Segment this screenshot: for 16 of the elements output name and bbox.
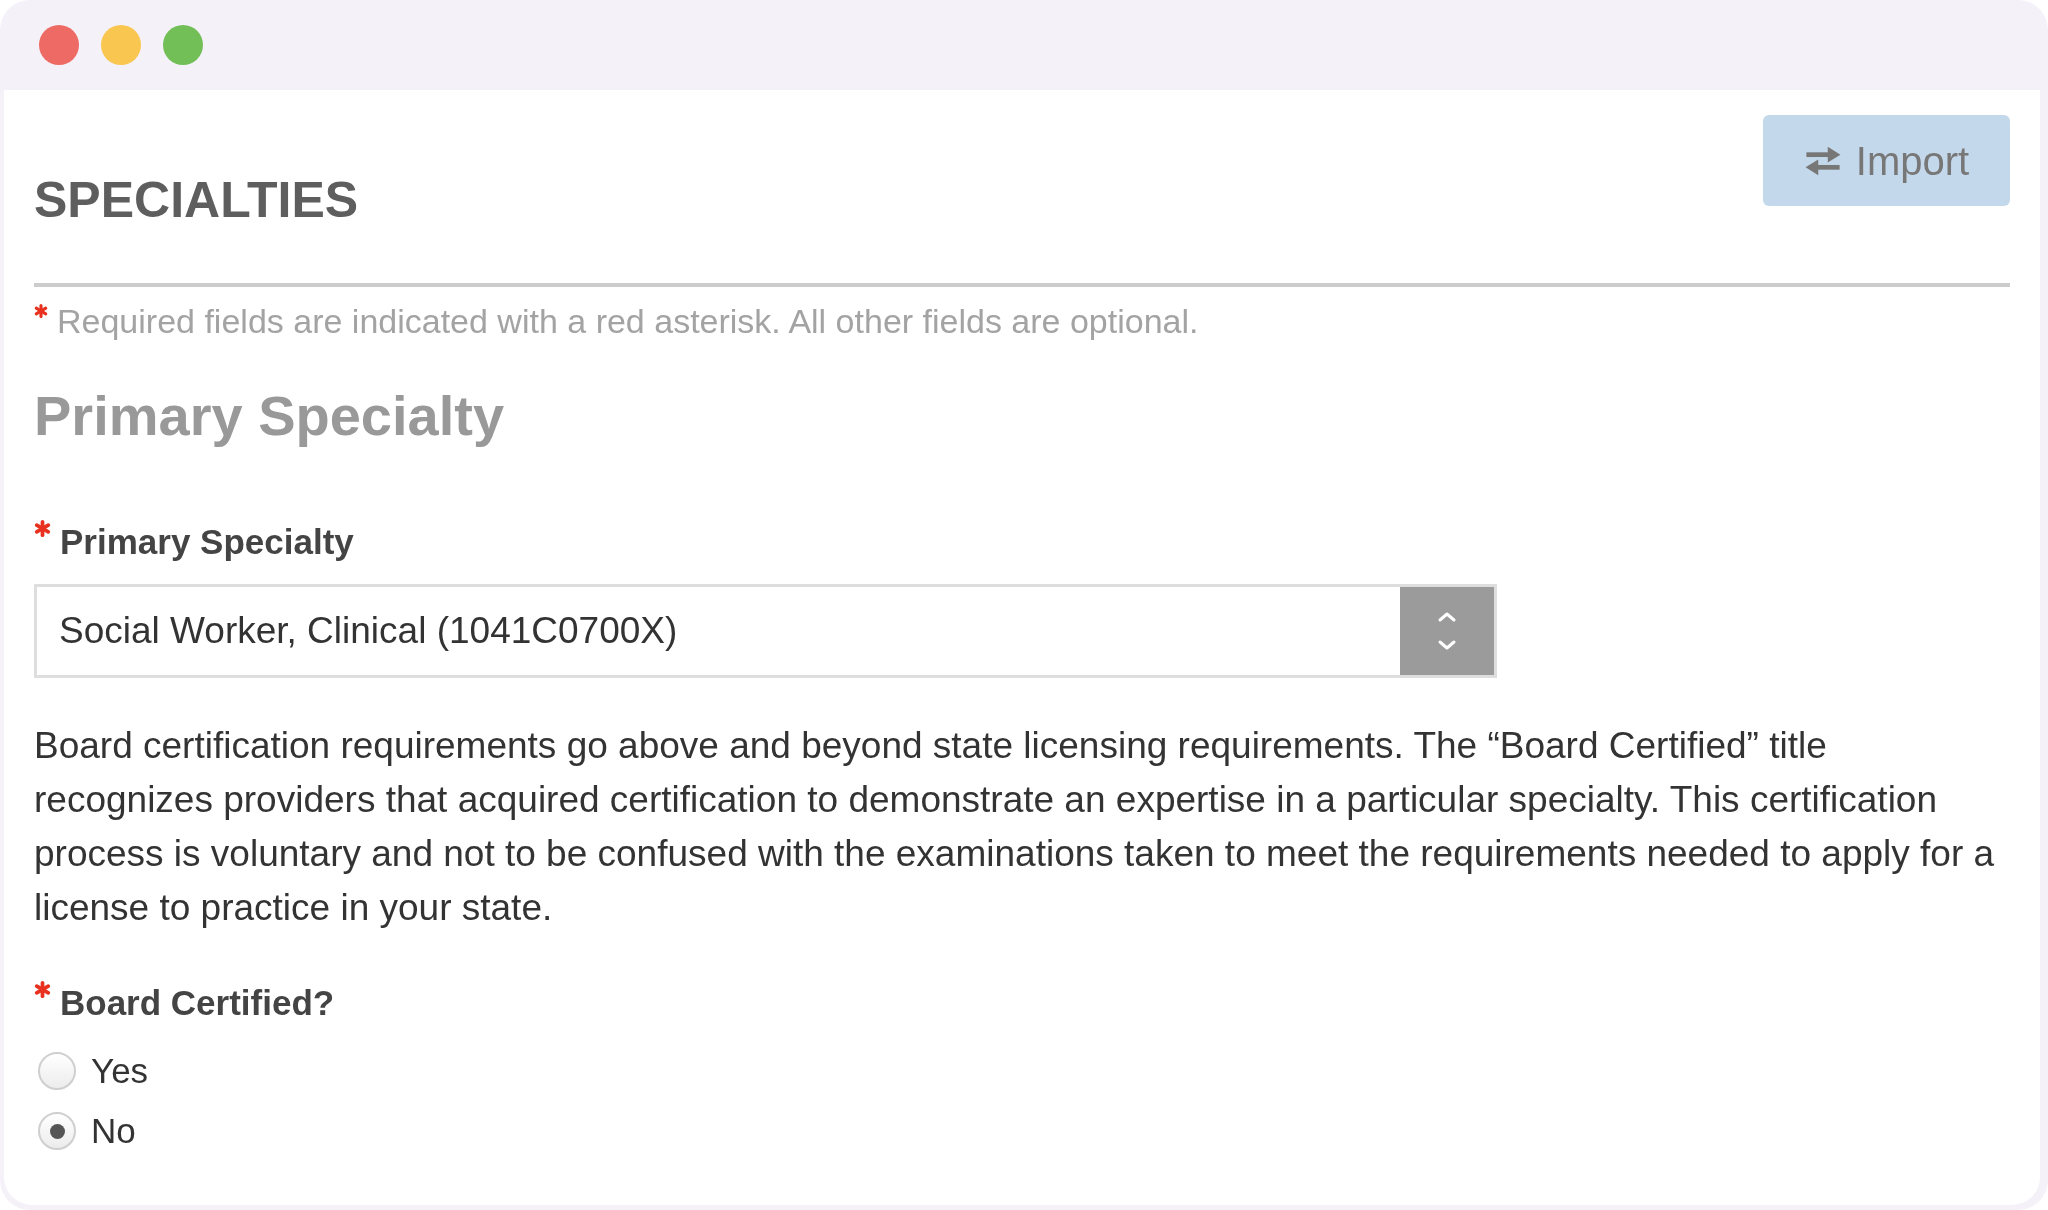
swap-arrows-icon <box>1803 144 1842 177</box>
specialty-select[interactable]: Social Worker, Clinical (1041C0700X) <box>34 584 1497 678</box>
radio-label[interactable]: Yes <box>91 1044 149 1098</box>
radio-label[interactable]: No <box>91 1104 136 1158</box>
select-arrows-icon[interactable] <box>1400 587 1494 675</box>
window-control-icon[interactable] <box>163 25 203 65</box>
window-control-icon[interactable] <box>101 25 141 65</box>
radio-button[interactable] <box>38 1112 76 1150</box>
required-fields-note: Required fields are indicated with a red asterisk. All other fields are optional. <box>57 301 1199 342</box>
info-paragraph: Board certification requirements go above and beyond state licensing requirements. The “Board Certified” title recognizes providers that acquired certification to demonstrate an expertise in a particular specialty. This certification process is voluntary and not to be confused with the examinations taken to meet the requirements needed to apply for a license to practice in your state. <box>34 724 1996 930</box>
radio-button[interactable] <box>38 1052 76 1090</box>
section-title: Primary Specialty <box>34 383 506 449</box>
page-title: SPECIALTIES <box>34 171 359 230</box>
window-control-icon[interactable] <box>39 25 79 65</box>
field-label: Board Certified? <box>60 982 335 1024</box>
field-label: Primary Specialty <box>60 521 354 563</box>
